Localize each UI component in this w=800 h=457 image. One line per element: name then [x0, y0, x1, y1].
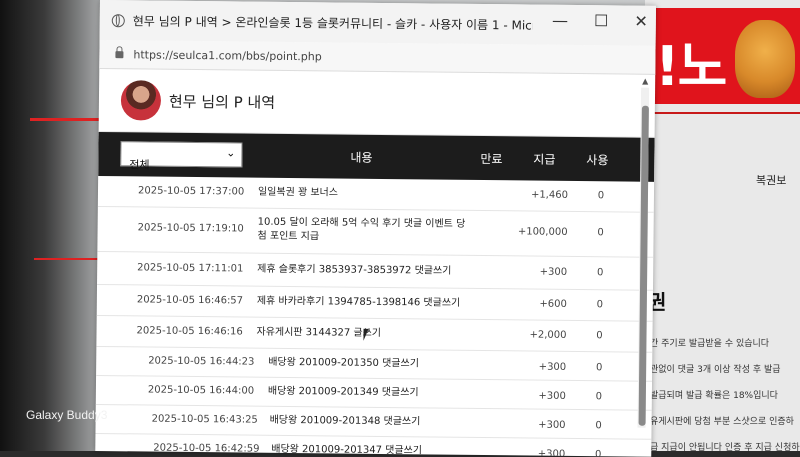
globe-icon — [111, 13, 125, 27]
row-description: 배당왕 201009-201348 댓글쓰기 — [269, 414, 421, 428]
column-header-paid: 지급 — [533, 152, 556, 167]
row-description: 배당왕 201009-201347 댓글쓰기 — [271, 443, 423, 457]
url-text: https://seulca1.com/bbs/point.php — [133, 47, 322, 63]
avatar — [120, 80, 162, 121]
row-date: 2025-10-05 16:44:23 — [148, 355, 255, 368]
column-header-content: 내용 — [350, 150, 373, 165]
row-description: 10.05 달이 오라해 5억 수익 후기 댓글 이벤트 당첨 포인트 지급 — [257, 216, 466, 243]
background-banner-text: !노 — [655, 35, 727, 98]
row-amount: +300 — [538, 390, 566, 402]
row-description: 제휴 바카라후기 1394785-1398146 댓글쓰기 — [256, 295, 461, 309]
table-row: 2025-10-05 17:19:10 10.05 달이 오라해 5억 수익 후… — [97, 206, 654, 258]
bg-red-line — [650, 112, 800, 114]
minimize-button[interactable]: — — [552, 11, 568, 30]
scroll-up-arrow-icon[interactable]: ▲ — [641, 77, 649, 86]
filter-select[interactable]: 전체 ⌄ — [120, 141, 243, 172]
row-amount: +1,460 — [530, 189, 569, 201]
monitor-bezel — [0, 0, 110, 451]
camera-watermark: Galaxy Buddy3 — [26, 408, 108, 422]
row-date: 2025-10-05 16:46:57 — [136, 294, 244, 307]
filter-selected-value: 전체 — [129, 158, 150, 172]
chevron-down-icon: ⌄ — [226, 146, 236, 160]
row-used: 0 — [595, 449, 602, 457]
point-history-table: 2025-10-05 17:37:00 일일복권 꽝 보너스 +1,460 0 … — [95, 175, 655, 457]
column-header-used: 사용 — [586, 153, 609, 168]
row-used: 0 — [596, 299, 604, 311]
row-amount: +300 — [538, 419, 566, 431]
row-description: 배당왕 201009-201350 댓글쓰기 — [268, 356, 419, 370]
page-content: 현무 님의 P 내역 전체 ⌄ 내용 만료 지급 사용 2025-10-05 1… — [95, 68, 656, 457]
row-amount: +600 — [539, 298, 567, 310]
mouse-cursor-icon — [363, 328, 369, 341]
row-used: 0 — [597, 190, 605, 202]
row-used: 0 — [595, 391, 603, 403]
row-amount: +300 — [539, 266, 568, 278]
table-header: 전체 ⌄ 내용 만료 지급 사용 — [98, 131, 655, 182]
row-amount: +100,000 — [517, 226, 568, 238]
row-date: 2025-10-05 16:42:59 — [153, 442, 260, 455]
background-text-line: 유게시판에 당첨 부분 스샷으로 인증하 — [650, 417, 794, 427]
tiger-mascot-icon — [735, 20, 795, 98]
row-used: 0 — [596, 330, 603, 342]
window-controls: — ☐ ✕ — [552, 11, 648, 31]
page-title: 현무 님의 P 내역 — [168, 92, 276, 112]
background-text-line: 간 주기로 발급받을 수 있습니다 — [650, 339, 770, 349]
background-label: 복권보 — [756, 174, 787, 187]
row-used: 0 — [596, 267, 604, 279]
row-date: 2025-10-05 17:11:01 — [137, 262, 244, 275]
row-used: 0 — [595, 420, 602, 432]
profile-header: 현무 님의 P 내역 — [98, 68, 656, 138]
row-amount: +2,000 — [529, 329, 567, 341]
background-text-line: 발급되며 발급 확률은 18%입니다 — [650, 391, 778, 401]
row-amount: +300 — [537, 448, 566, 457]
row-date: 2025-10-05 16:44:00 — [147, 384, 255, 397]
row-date: 2025-10-05 17:19:10 — [137, 222, 244, 235]
window-titlebar[interactable]: 현무 님의 P 내역 > 온라인슬롯 1등 슬롯커뮤니티 - 슬카 - 사용자 … — [99, 0, 656, 46]
row-date: 2025-10-05 16:43:25 — [151, 413, 258, 426]
row-date: 2025-10-05 17:37:00 — [137, 185, 245, 198]
row-amount: +300 — [538, 361, 567, 373]
row-description: 제휴 슬롯후기 3853937-3853972 댓글쓰기 — [257, 263, 452, 277]
close-button[interactable]: ✕ — [634, 12, 648, 31]
background-text-line: 급 지급이 안됩니다 인증 후 지급 신청하 — [650, 443, 800, 453]
window-title: 현무 님의 P 내역 > 온라인슬롯 1등 슬롯커뮤니티 - 슬카 - 사용자 … — [132, 13, 533, 33]
background-text-line: 관없이 댓글 3개 이상 작성 후 발급 — [650, 365, 781, 375]
maximize-button[interactable]: ☐ — [594, 11, 609, 30]
column-header-expiry: 만료 — [480, 151, 503, 167]
row-description: 배당왕 201009-201349 댓글쓰기 — [267, 385, 419, 399]
lock-icon — [115, 50, 124, 58]
row-used: 0 — [597, 227, 604, 239]
row-date: 2025-10-05 16:46:16 — [136, 325, 243, 338]
row-used: 0 — [595, 362, 603, 374]
row-description: 일일복권 꽝 보너스 — [257, 186, 339, 199]
browser-popup-window: 현무 님의 P 내역 > 온라인슬롯 1등 슬롯커뮤니티 - 슬카 - 사용자 … — [95, 0, 656, 457]
